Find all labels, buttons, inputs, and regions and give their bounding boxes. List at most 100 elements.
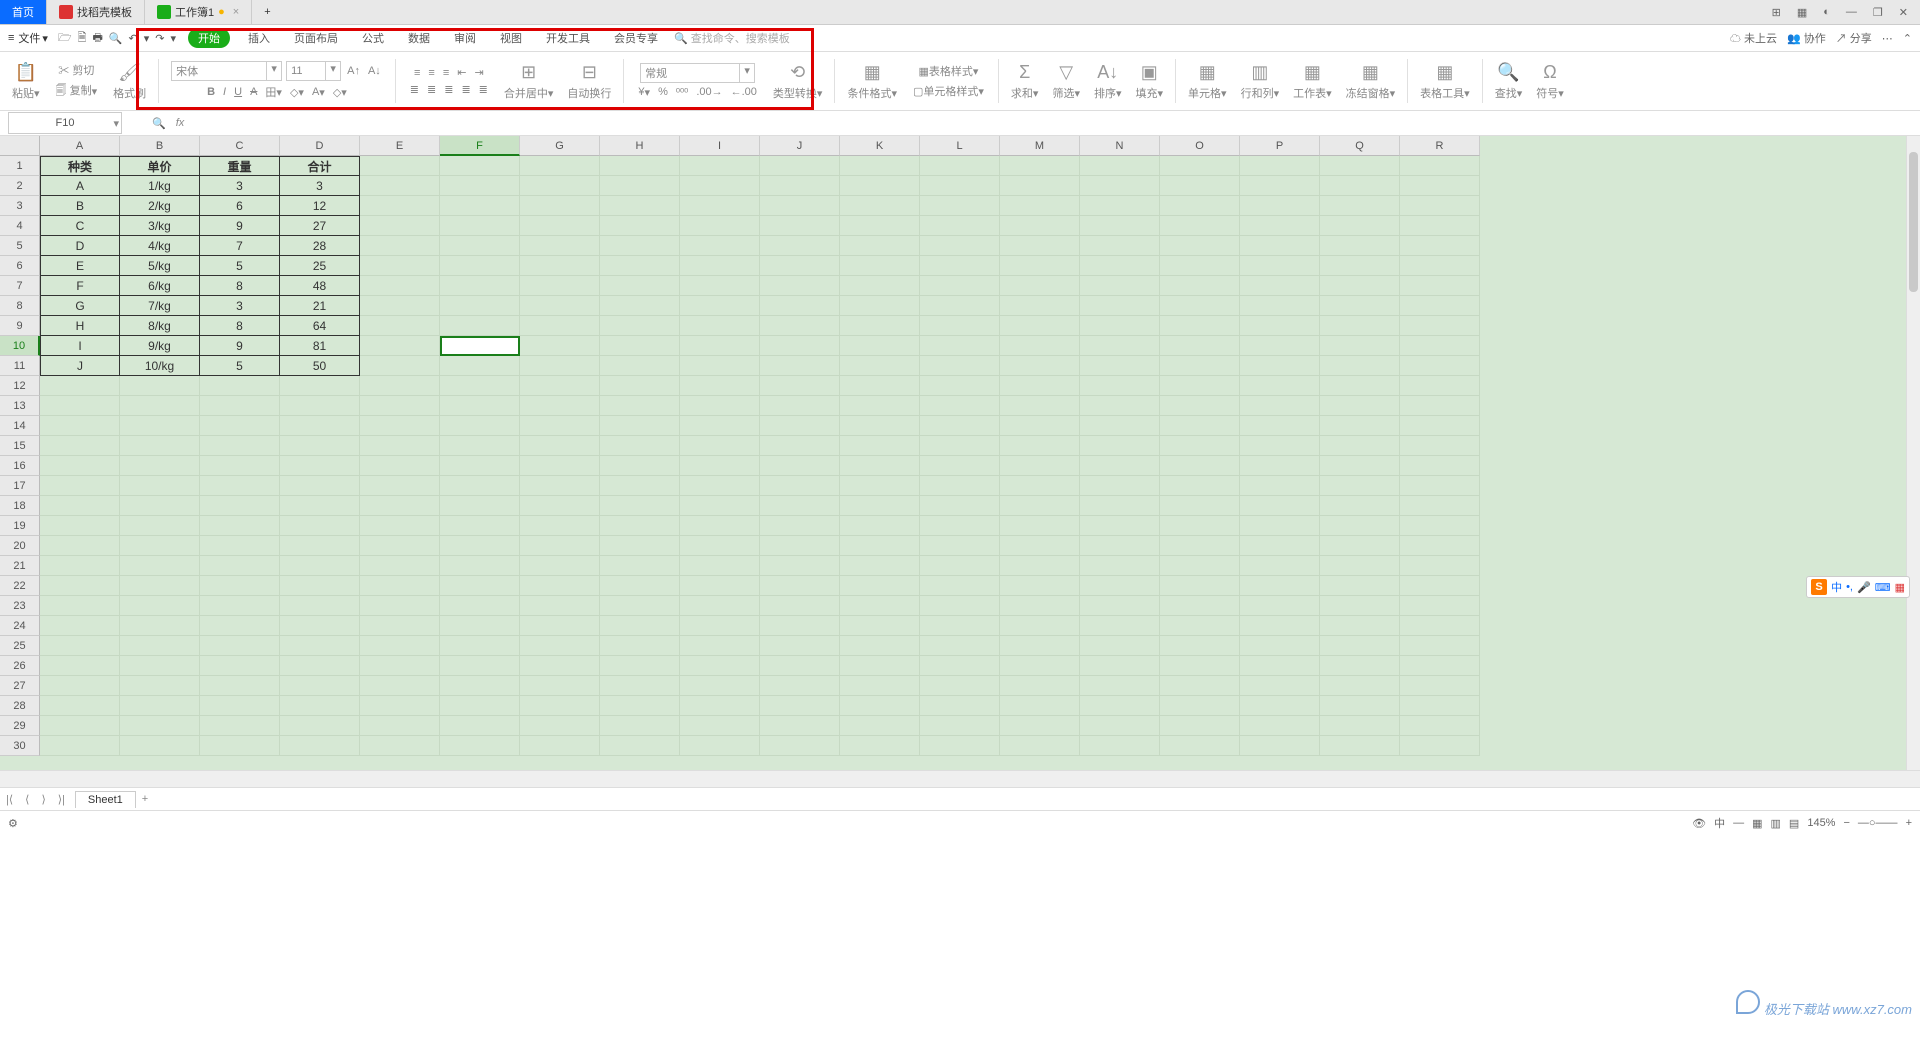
cell-K7[interactable] <box>840 276 920 296</box>
cell-H24[interactable] <box>600 616 680 636</box>
col-header-F[interactable]: F <box>440 136 520 156</box>
cell-C10[interactable]: 9 <box>200 336 280 356</box>
cell-B17[interactable] <box>120 476 200 496</box>
cell-B1[interactable]: 单价 <box>120 156 200 176</box>
cell-G5[interactable] <box>520 236 600 256</box>
cell-O12[interactable] <box>1160 376 1240 396</box>
cell-I9[interactable] <box>680 316 760 336</box>
cell-D28[interactable] <box>280 696 360 716</box>
row-header-12[interactable]: 12 <box>0 376 40 396</box>
cell-K1[interactable] <box>840 156 920 176</box>
cell-L13[interactable] <box>920 396 1000 416</box>
cell-O14[interactable] <box>1160 416 1240 436</box>
cell-H15[interactable] <box>600 436 680 456</box>
cell-N29[interactable] <box>1080 716 1160 736</box>
cell-F1[interactable] <box>440 156 520 176</box>
cell-C13[interactable] <box>200 396 280 416</box>
cell-C27[interactable] <box>200 676 280 696</box>
cell-style-button[interactable]: ▢ 单元格样式▾ <box>911 82 986 100</box>
ime-toolbar[interactable]: S 中 •, 🎤 ⌨ ▦ <box>1806 576 1910 598</box>
cell-A3[interactable]: B <box>40 196 120 216</box>
col-header-E[interactable]: E <box>360 136 440 156</box>
sheet-tab-sheet1[interactable]: Sheet1 <box>75 791 136 808</box>
cell-I15[interactable] <box>680 436 760 456</box>
cell-L19[interactable] <box>920 516 1000 536</box>
redo-icon[interactable]: ↷ <box>155 32 164 45</box>
cell-B9[interactable]: 8/kg <box>120 316 200 336</box>
cell-A11[interactable]: J <box>40 356 120 376</box>
cell-G29[interactable] <box>520 716 600 736</box>
cell-J1[interactable] <box>760 156 840 176</box>
align-right-icon[interactable]: ≣ <box>442 82 455 97</box>
underline-icon[interactable]: U <box>232 85 244 99</box>
cell-R23[interactable] <box>1400 596 1480 616</box>
cell-C7[interactable]: 8 <box>200 276 280 296</box>
cell-D3[interactable]: 12 <box>280 196 360 216</box>
cell-B23[interactable] <box>120 596 200 616</box>
open-icon[interactable]: 🗁 <box>58 29 72 48</box>
cell-J15[interactable] <box>760 436 840 456</box>
cell-J4[interactable] <box>760 216 840 236</box>
cell-H11[interactable] <box>600 356 680 376</box>
row-header-10[interactable]: 10 <box>0 336 40 356</box>
cell-I1[interactable] <box>680 156 760 176</box>
cell-F16[interactable] <box>440 456 520 476</box>
cell-K17[interactable] <box>840 476 920 496</box>
sum-button[interactable]: Σ求和▾ <box>1007 62 1043 101</box>
menutab-review[interactable]: 审阅 <box>448 28 482 48</box>
cell-E16[interactable] <box>360 456 440 476</box>
cell-R11[interactable] <box>1400 356 1480 376</box>
cell-D22[interactable] <box>280 576 360 596</box>
cell-B11[interactable]: 10/kg <box>120 356 200 376</box>
col-header-J[interactable]: J <box>760 136 840 156</box>
cell-O13[interactable] <box>1160 396 1240 416</box>
number-format-input[interactable] <box>640 63 740 83</box>
cell-G23[interactable] <box>520 596 600 616</box>
align-bot-icon[interactable]: ≡ <box>441 66 451 80</box>
cell-P7[interactable] <box>1240 276 1320 296</box>
cell-I4[interactable] <box>680 216 760 236</box>
cell-K5[interactable] <box>840 236 920 256</box>
cell-A25[interactable] <box>40 636 120 656</box>
cell-H4[interactable] <box>600 216 680 236</box>
cell-D7[interactable]: 48 <box>280 276 360 296</box>
cell-P18[interactable] <box>1240 496 1320 516</box>
cell-H2[interactable] <box>600 176 680 196</box>
cell-E17[interactable] <box>360 476 440 496</box>
cell-D30[interactable] <box>280 736 360 756</box>
col-header-I[interactable]: I <box>680 136 760 156</box>
cell-N22[interactable] <box>1080 576 1160 596</box>
cell-E23[interactable] <box>360 596 440 616</box>
bold-icon[interactable]: B <box>205 85 217 99</box>
cell-B18[interactable] <box>120 496 200 516</box>
wrap-button[interactable]: ⊟自动换行 <box>563 62 615 101</box>
cell-Q29[interactable] <box>1320 716 1400 736</box>
row-header-2[interactable]: 2 <box>0 176 40 196</box>
cell-B4[interactable]: 3/kg <box>120 216 200 236</box>
cell-J20[interactable] <box>760 536 840 556</box>
cell-N4[interactable] <box>1080 216 1160 236</box>
cell-F11[interactable] <box>440 356 520 376</box>
cell-M4[interactable] <box>1000 216 1080 236</box>
maximize-icon[interactable]: ❐ <box>1869 6 1887 19</box>
cell-E30[interactable] <box>360 736 440 756</box>
cell-A18[interactable] <box>40 496 120 516</box>
cell-Q16[interactable] <box>1320 456 1400 476</box>
cell-F10[interactable] <box>440 336 520 356</box>
horizontal-scrollbar[interactable] <box>0 770 1920 787</box>
cell-D9[interactable]: 64 <box>280 316 360 336</box>
cell-N20[interactable] <box>1080 536 1160 556</box>
row-header-5[interactable]: 5 <box>0 236 40 256</box>
align-dist-icon[interactable]: ≣ <box>477 82 490 97</box>
cell-C14[interactable] <box>200 416 280 436</box>
cell-B8[interactable]: 7/kg <box>120 296 200 316</box>
spreadsheet-grid[interactable]: ABCDEFGHIJKLMNOPQR 123456789101112131415… <box>0 136 1920 770</box>
cell-A27[interactable] <box>40 676 120 696</box>
clear-format-icon[interactable]: ◇▾ <box>331 85 349 100</box>
cell-M14[interactable] <box>1000 416 1080 436</box>
cell-O1[interactable] <box>1160 156 1240 176</box>
cell-E22[interactable] <box>360 576 440 596</box>
cell-J2[interactable] <box>760 176 840 196</box>
cell-K24[interactable] <box>840 616 920 636</box>
cell-K18[interactable] <box>840 496 920 516</box>
